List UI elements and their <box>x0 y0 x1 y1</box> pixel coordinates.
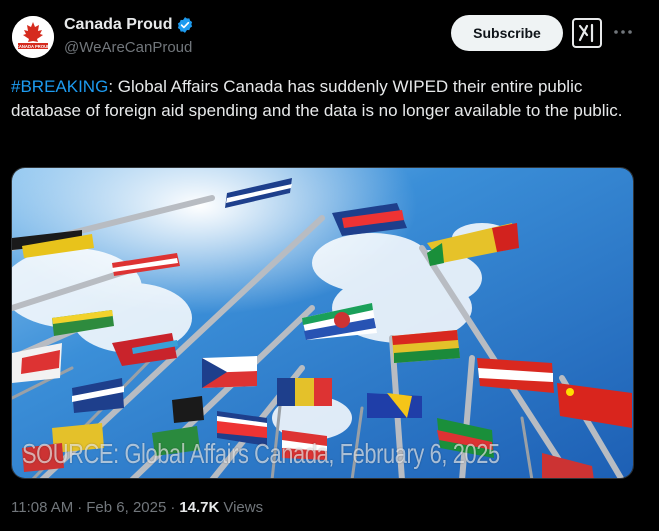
author-name-row[interactable]: Canada Proud <box>64 16 194 34</box>
post-meta: 11:08 AM · Feb 6, 2025 · 14.7K Views <box>11 499 263 516</box>
hashtag-link[interactable]: #BREAKING <box>11 77 108 96</box>
meta-separator: · <box>77 499 83 516</box>
avatar[interactable]: CANADA PROUD <box>12 16 54 58</box>
image-caption: SOURCE: Global Affairs Canada, February … <box>22 438 500 469</box>
author-handle[interactable]: @WeAreCanProud <box>64 39 192 56</box>
subscribe-button[interactable]: Subscribe <box>451 15 563 51</box>
flags-photo <box>12 168 633 478</box>
post-image[interactable]: SOURCE: Global Affairs Canada, February … <box>11 167 634 479</box>
grok-icon[interactable] <box>571 17 603 49</box>
post-text: #BREAKING: Global Affairs Canada has sud… <box>11 75 631 123</box>
post: CANADA PROUD Canada Proud @WeAreCanProud… <box>0 0 659 531</box>
avatar-text: CANADA PROUD <box>16 44 50 49</box>
canada-proud-logo: CANADA PROUD <box>12 16 54 58</box>
views-label: Views <box>223 499 264 516</box>
views-count[interactable]: 14.7K <box>179 499 219 516</box>
more-options-icon[interactable] <box>611 20 635 44</box>
meta-separator-2: · <box>170 499 176 516</box>
verified-badge-icon <box>176 16 194 34</box>
post-date[interactable]: Feb 6, 2025 <box>86 499 166 516</box>
display-name[interactable]: Canada Proud <box>64 16 172 34</box>
post-time[interactable]: 11:08 AM <box>11 499 73 516</box>
